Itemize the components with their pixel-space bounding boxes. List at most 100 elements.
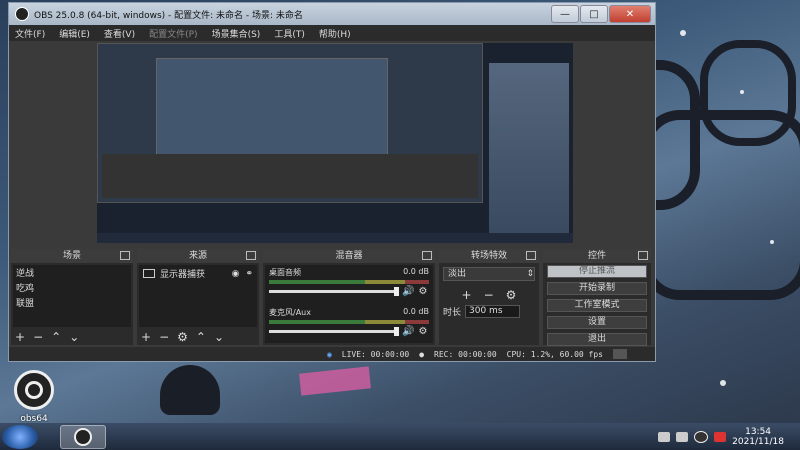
up-icon[interactable]: ⌃: [51, 330, 61, 344]
add-icon[interactable]: +: [141, 330, 151, 344]
live-status: LIVE: 00:00:00: [341, 349, 410, 359]
channel-db: 0.0 dB: [403, 267, 429, 276]
speaker-icon[interactable]: [714, 431, 727, 442]
scene-item[interactable]: 吃鸡: [13, 280, 131, 295]
mixer-dock: 混音器 桌面音频 0.0 dB 🔊 ⚙ 麦克风/Aux 0.0 dB 🔊 ⚙: [263, 249, 435, 345]
scenes-list[interactable]: 逆战 吃鸡 联盟: [13, 265, 131, 327]
undock-icon[interactable]: [422, 251, 432, 260]
undock-icon[interactable]: [120, 251, 130, 260]
scenes-dock-header: 场景: [11, 249, 133, 263]
channel-name: 桌面音频: [269, 268, 301, 277]
speaker-icon[interactable]: 🔊: [402, 286, 414, 297]
menu-scene-collection[interactable]: 场景集合(S): [212, 27, 261, 40]
menu-edit[interactable]: 编辑(E): [59, 27, 90, 40]
gear-icon[interactable]: ⚙: [417, 326, 429, 337]
undock-icon[interactable]: [526, 251, 536, 260]
tray-icon[interactable]: [658, 431, 671, 442]
live-indicator-icon: ◉: [326, 349, 332, 359]
cpu-status: CPU: 1.2%, 60.00 fps: [506, 349, 603, 359]
stream-health-icon: [613, 349, 627, 359]
obs-icon: [14, 370, 54, 410]
menu-bar: 文件(F) 编辑(E) 查看(V) 配置文件(P) 场景集合(S) 工具(T) …: [9, 25, 655, 41]
exit-button[interactable]: 退出: [547, 333, 647, 346]
rec-indicator-icon: ●: [419, 349, 425, 359]
rec-status: REC: 00:00:00: [434, 349, 497, 359]
remove-icon[interactable]: −: [33, 330, 43, 344]
transitions-dock-header: 转场特效: [439, 249, 539, 263]
sources-toolbar: + − ⚙ ⌃ ⌄: [137, 329, 259, 345]
monitor-icon: [143, 269, 155, 278]
undock-icon[interactable]: [246, 251, 256, 260]
sources-list[interactable]: 显示器捕获 ◉ ⚭: [139, 265, 257, 327]
volume-slider[interactable]: [269, 327, 399, 336]
duration-label: 时长: [443, 308, 462, 318]
nested-docks: [102, 154, 478, 198]
taskbar-obs-app[interactable]: [60, 424, 106, 449]
chevron-down-icon: ⇕: [526, 269, 534, 279]
studio-mode-button[interactable]: 工作室模式: [547, 299, 647, 312]
mixer-channel: 麦克风/Aux 0.0 dB 🔊 ⚙: [265, 305, 433, 339]
mixer-dock-header: 混音器: [263, 249, 435, 263]
add-icon[interactable]: +: [15, 330, 25, 344]
menu-help[interactable]: 帮助(H): [319, 27, 351, 40]
status-bar: ◉ LIVE: 00:00:00 ● REC: 00:00:00 CPU: 1.…: [9, 347, 655, 361]
speaker-icon[interactable]: 🔊: [402, 326, 414, 337]
volume-slider[interactable]: [269, 287, 399, 296]
network-icon[interactable]: [676, 431, 689, 442]
mixer-channel: 桌面音频 0.0 dB 🔊 ⚙: [265, 265, 433, 299]
transitions-dock: 转场特效 淡出 ⇕ + − ⚙ 时长 300 ms: [439, 249, 539, 345]
title-bar[interactable]: OBS 25.0.8 (64-bit, windows) - 配置文件: 未命名…: [9, 3, 655, 25]
scenes-dock: 场景 逆战 吃鸡 联盟 + − ⌃ ⌄: [11, 249, 133, 345]
clock-time: 13:54: [745, 426, 772, 437]
duration-input[interactable]: 300 ms: [465, 305, 521, 318]
desktop-icon-obs64[interactable]: obs64: [8, 370, 60, 424]
start-recording-button[interactable]: 开始录制: [547, 282, 647, 295]
mixer-body: 桌面音频 0.0 dB 🔊 ⚙ 麦克风/Aux 0.0 dB 🔊 ⚙: [265, 265, 433, 343]
obs-logo-icon: [15, 7, 29, 21]
minimize-button[interactable]: —: [551, 5, 579, 23]
scene-item[interactable]: 逆战: [13, 265, 131, 280]
obs-tray-icon[interactable]: [694, 430, 709, 443]
menu-tools[interactable]: 工具(T): [274, 27, 305, 40]
nested-preview: [97, 43, 483, 203]
remove-icon[interactable]: −: [159, 330, 169, 344]
down-icon[interactable]: ⌄: [214, 330, 224, 344]
preview-taskbar: [97, 233, 573, 243]
lock-icon[interactable]: ⚭: [245, 269, 253, 279]
settings-button[interactable]: 设置: [547, 316, 647, 329]
gear-icon[interactable]: ⚙: [177, 330, 188, 344]
gear-icon[interactable]: ⚙: [506, 288, 517, 302]
channel-name: 麦克风/Aux: [269, 308, 311, 317]
taskbar: 13:54 2021/11/18: [0, 423, 800, 450]
scene-item[interactable]: 联盟: [13, 295, 131, 310]
sources-dock-header: 来源: [137, 249, 259, 263]
preview-canvas[interactable]: [97, 43, 573, 243]
scenes-toolbar: + − ⌃ ⌄: [11, 329, 133, 345]
up-icon[interactable]: ⌃: [196, 330, 206, 344]
start-button[interactable]: [2, 424, 38, 449]
controls-dock: 控件 停止推流 开始录制 工作室模式 设置 退出: [543, 249, 651, 346]
maximize-button[interactable]: □: [580, 5, 608, 23]
window-title: OBS 25.0.8 (64-bit, windows) - 配置文件: 未命名…: [34, 10, 303, 21]
stop-streaming-button[interactable]: 停止推流: [547, 265, 647, 278]
close-button[interactable]: ✕: [609, 5, 651, 23]
eye-icon[interactable]: ◉: [232, 269, 240, 279]
menu-profile[interactable]: 配置文件(P): [149, 27, 197, 40]
menu-file[interactable]: 文件(F): [15, 27, 45, 40]
remove-icon[interactable]: −: [484, 288, 494, 302]
obs-icon: [74, 427, 92, 446]
transition-select[interactable]: 淡出 ⇕: [443, 267, 535, 281]
dock-area: 场景 逆战 吃鸡 联盟 + − ⌃ ⌄ 来源 显示器捕获 ◉ ⚭ + − ⚙ ⌃…: [11, 249, 653, 346]
source-item[interactable]: 显示器捕获 ◉ ⚭: [139, 265, 257, 282]
add-icon[interactable]: +: [462, 288, 472, 302]
sources-dock: 来源 显示器捕获 ◉ ⚭ + − ⚙ ⌃ ⌄: [137, 249, 259, 345]
preview-wallpaper: [489, 63, 569, 233]
channel-db: 0.0 dB: [403, 307, 429, 316]
taskbar-clock[interactable]: 13:54 2021/11/18: [732, 427, 784, 447]
undock-icon[interactable]: [638, 251, 648, 260]
menu-view[interactable]: 查看(V): [104, 27, 135, 40]
obs-window: OBS 25.0.8 (64-bit, windows) - 配置文件: 未命名…: [8, 2, 656, 362]
gear-icon[interactable]: ⚙: [417, 286, 429, 297]
source-name: 显示器捕获: [160, 270, 206, 280]
down-icon[interactable]: ⌄: [69, 330, 79, 344]
